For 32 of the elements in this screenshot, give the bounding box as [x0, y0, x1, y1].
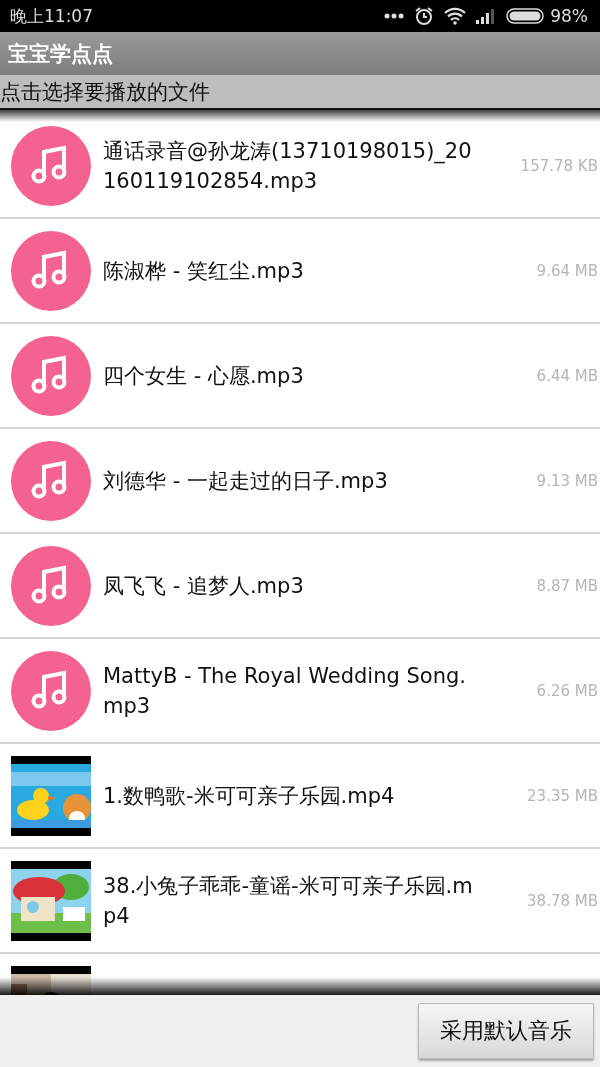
more-dots-icon	[384, 13, 405, 19]
file-name: 刘德华 - 一起走过的日子.mp3	[103, 467, 389, 495]
music-note-icon	[11, 650, 91, 731]
file-name: 四个女生 - 心愿.mp3	[103, 362, 305, 390]
file-size: 157.78 KB	[519, 156, 599, 175]
file-size: 23.35 MB	[526, 786, 599, 805]
file-name: MattyB - The Royal Wedding Song.mp3	[103, 662, 467, 720]
music-note-icon	[11, 440, 91, 521]
alarm-clock-icon	[414, 6, 435, 26]
file-size: 9.64 MB	[535, 261, 599, 280]
file-name: 38.小兔子乖乖-童谣-米可可亲子乐园.mp4	[103, 872, 474, 930]
wifi-icon	[444, 7, 467, 25]
file-size: 6.26 MB	[535, 681, 599, 700]
signal-icon	[476, 8, 497, 24]
file-size: 9.13 MB	[535, 471, 599, 490]
file-name: 通话录音@孙龙涛(13710198015)_20160119102854.mp3	[103, 137, 473, 195]
default-music-button[interactable]: 采用默认音乐	[418, 1003, 594, 1059]
music-note-icon	[11, 230, 91, 311]
battery-icon	[506, 8, 545, 24]
app-title: 宝宝学点点	[8, 40, 113, 68]
instruction-text: 点击选择要播放的文件	[0, 78, 210, 106]
battery-percent: 98%	[550, 6, 588, 26]
clock-time: 晚上11:07	[10, 4, 93, 28]
file-name: 陈淑桦 - 笑红尘.mp3	[103, 257, 305, 285]
file-name: 凤飞飞 - 追梦人.mp3	[103, 572, 305, 600]
music-note-icon	[11, 125, 91, 206]
music-note-icon	[11, 545, 91, 626]
file-size: 8.87 MB	[535, 576, 599, 595]
music-note-icon	[11, 335, 91, 416]
file-name: 1.数鸭歌-米可可亲子乐园.mp4	[103, 782, 396, 810]
file-size: 6.44 MB	[535, 366, 599, 385]
file-size: 38.78 MB	[526, 891, 599, 910]
